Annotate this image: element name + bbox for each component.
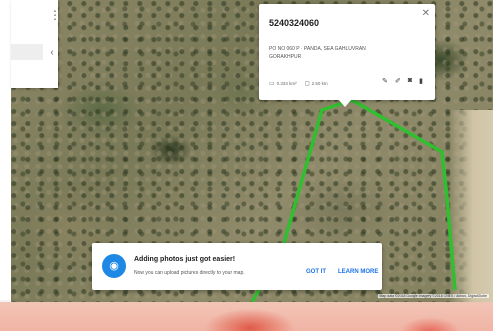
perimeter-icon: ◻ [304, 81, 310, 87]
learn-more-button[interactable]: LEARN MORE [338, 269, 378, 275]
area-value: 0.334 km² [276, 81, 297, 86]
chevron-left-icon[interactable]: ‹ [49, 47, 55, 59]
got-it-button[interactable]: GOT IT [306, 269, 326, 275]
snackbar-title: Adding photos just got easier! [134, 256, 236, 263]
photo-tip-snackbar: ◉ Adding photos just got easier! Now you… [92, 243, 382, 290]
feature-toolbar: ✎ ✐ ◙ ▮ [382, 77, 423, 85]
sidebar-selected-row[interactable] [11, 44, 43, 60]
style-icon[interactable]: ✎ [382, 77, 388, 85]
feature-address: PO NO 060 P · PANDA, SEA GAHLUVRAN GORAK… [269, 45, 419, 61]
perimeter-measure: ◻ 2.50 km [305, 80, 328, 87]
app-window: ⋮ ‹ ✕ 5240324060 PO NO 060 P · PANDA, SE… [0, 0, 493, 331]
camera-icon[interactable]: ◙ [408, 77, 412, 85]
map-attribution[interactable]: Map data ©2018 Google Imagery ©2018 CNES… [377, 294, 489, 298]
bottom-band [0, 302, 493, 331]
address-line-2: GORAKHPUR [269, 54, 302, 60]
area-measure: ▭ 0.334 km² [269, 80, 297, 87]
feature-title: 5240324060 [269, 18, 320, 28]
close-icon[interactable]: ✕ [422, 9, 430, 19]
popup-pointer [338, 99, 352, 107]
delete-icon[interactable]: ▮ [419, 77, 423, 85]
snackbar-message: Now you can upload pictures directly to … [134, 270, 245, 276]
feature-measurements: ▭ 0.334 km² ◻ 2.50 km [269, 80, 328, 87]
camera-icon: ◉ [102, 254, 126, 278]
address-line-1: PO NO 060 P · PANDA, SEA GAHLUVRAN [269, 46, 366, 52]
sidebar-panel: ⋮ ‹ [11, 0, 61, 88]
perimeter-value: 2.50 km [311, 81, 328, 86]
more-vert-icon[interactable]: ⋮ [49, 8, 61, 22]
edit-icon[interactable]: ✐ [395, 77, 401, 85]
feature-info-popup: ✕ 5240324060 PO NO 060 P · PANDA, SEA GA… [259, 4, 435, 100]
area-icon: ▭ [269, 81, 275, 87]
